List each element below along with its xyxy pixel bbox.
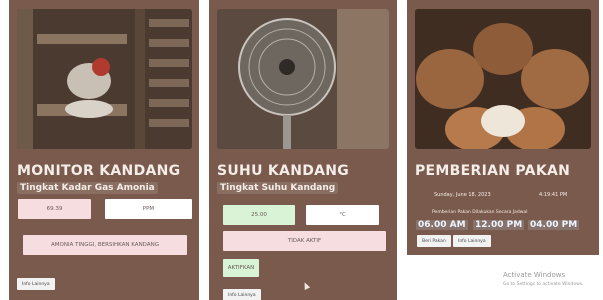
ammonia-unit: PPM [105,199,192,219]
temperature-unit: °C [306,205,379,225]
standing-fan-illustration [217,9,389,149]
suhu-kandang-card: SUHU KANDANG Tingkat Suhu Kandang 25.00 … [209,0,397,300]
chicken-coop-illustration [17,9,192,149]
info-lainnya-button[interactable]: Info Lainnya [223,289,261,300]
standing-fan-image [217,9,389,149]
beri-pakan-button[interactable]: Beri Pakan [417,235,451,247]
schedule-time-2: 12.00 PM [473,220,525,230]
current-date: Sunday, June 18, 2023 [434,192,491,198]
card-subtitle: Tingkat Kadar Gas Amonia [17,182,158,194]
fan-status: TIDAK AKTIF [223,231,386,251]
temperature-value: 25.00 [223,205,295,225]
activate-windows-subtitle: Go to Settings to activate Windows. [503,282,584,287]
card-title: PEMBERIAN PAKAN [415,163,571,179]
pemberian-pakan-card: PEMBERIAN PAKAN Sunday, June 18, 2023 4:… [407,0,599,255]
activate-windows-title: Activate Windows [503,271,566,279]
monitor-kandang-card: MONITOR KANDANG Tingkat Kadar Gas Amonia… [9,0,199,300]
feeding-info: Pemberian Pakan Dilakukan Secara Jadwal [432,210,528,215]
info-lainnya-button[interactable]: Info Lainnya [453,235,491,247]
ammonia-alert: AMONIA TINGGI, BERSIHKAN KANDANG [23,235,187,255]
card-title: SUHU KANDANG [217,163,350,179]
schedule-time-3: 04.00 PM [528,220,580,230]
chickens-illustration [415,9,591,149]
ammonia-value: 69.39 [18,199,91,219]
chicken-coop-image [17,9,192,149]
card-subtitle: Tingkat Suhu Kandang [217,182,339,194]
info-lainnya-button[interactable]: Info Lainnya [17,278,55,290]
current-time: 4:19:41 PM [539,192,568,198]
card-title: MONITOR KANDANG [17,163,181,179]
chickens-eating-image [415,9,591,149]
schedule-time-1: 06.00 AM [416,220,468,230]
aktifkan-button[interactable]: AKTIFKAN [223,259,259,277]
